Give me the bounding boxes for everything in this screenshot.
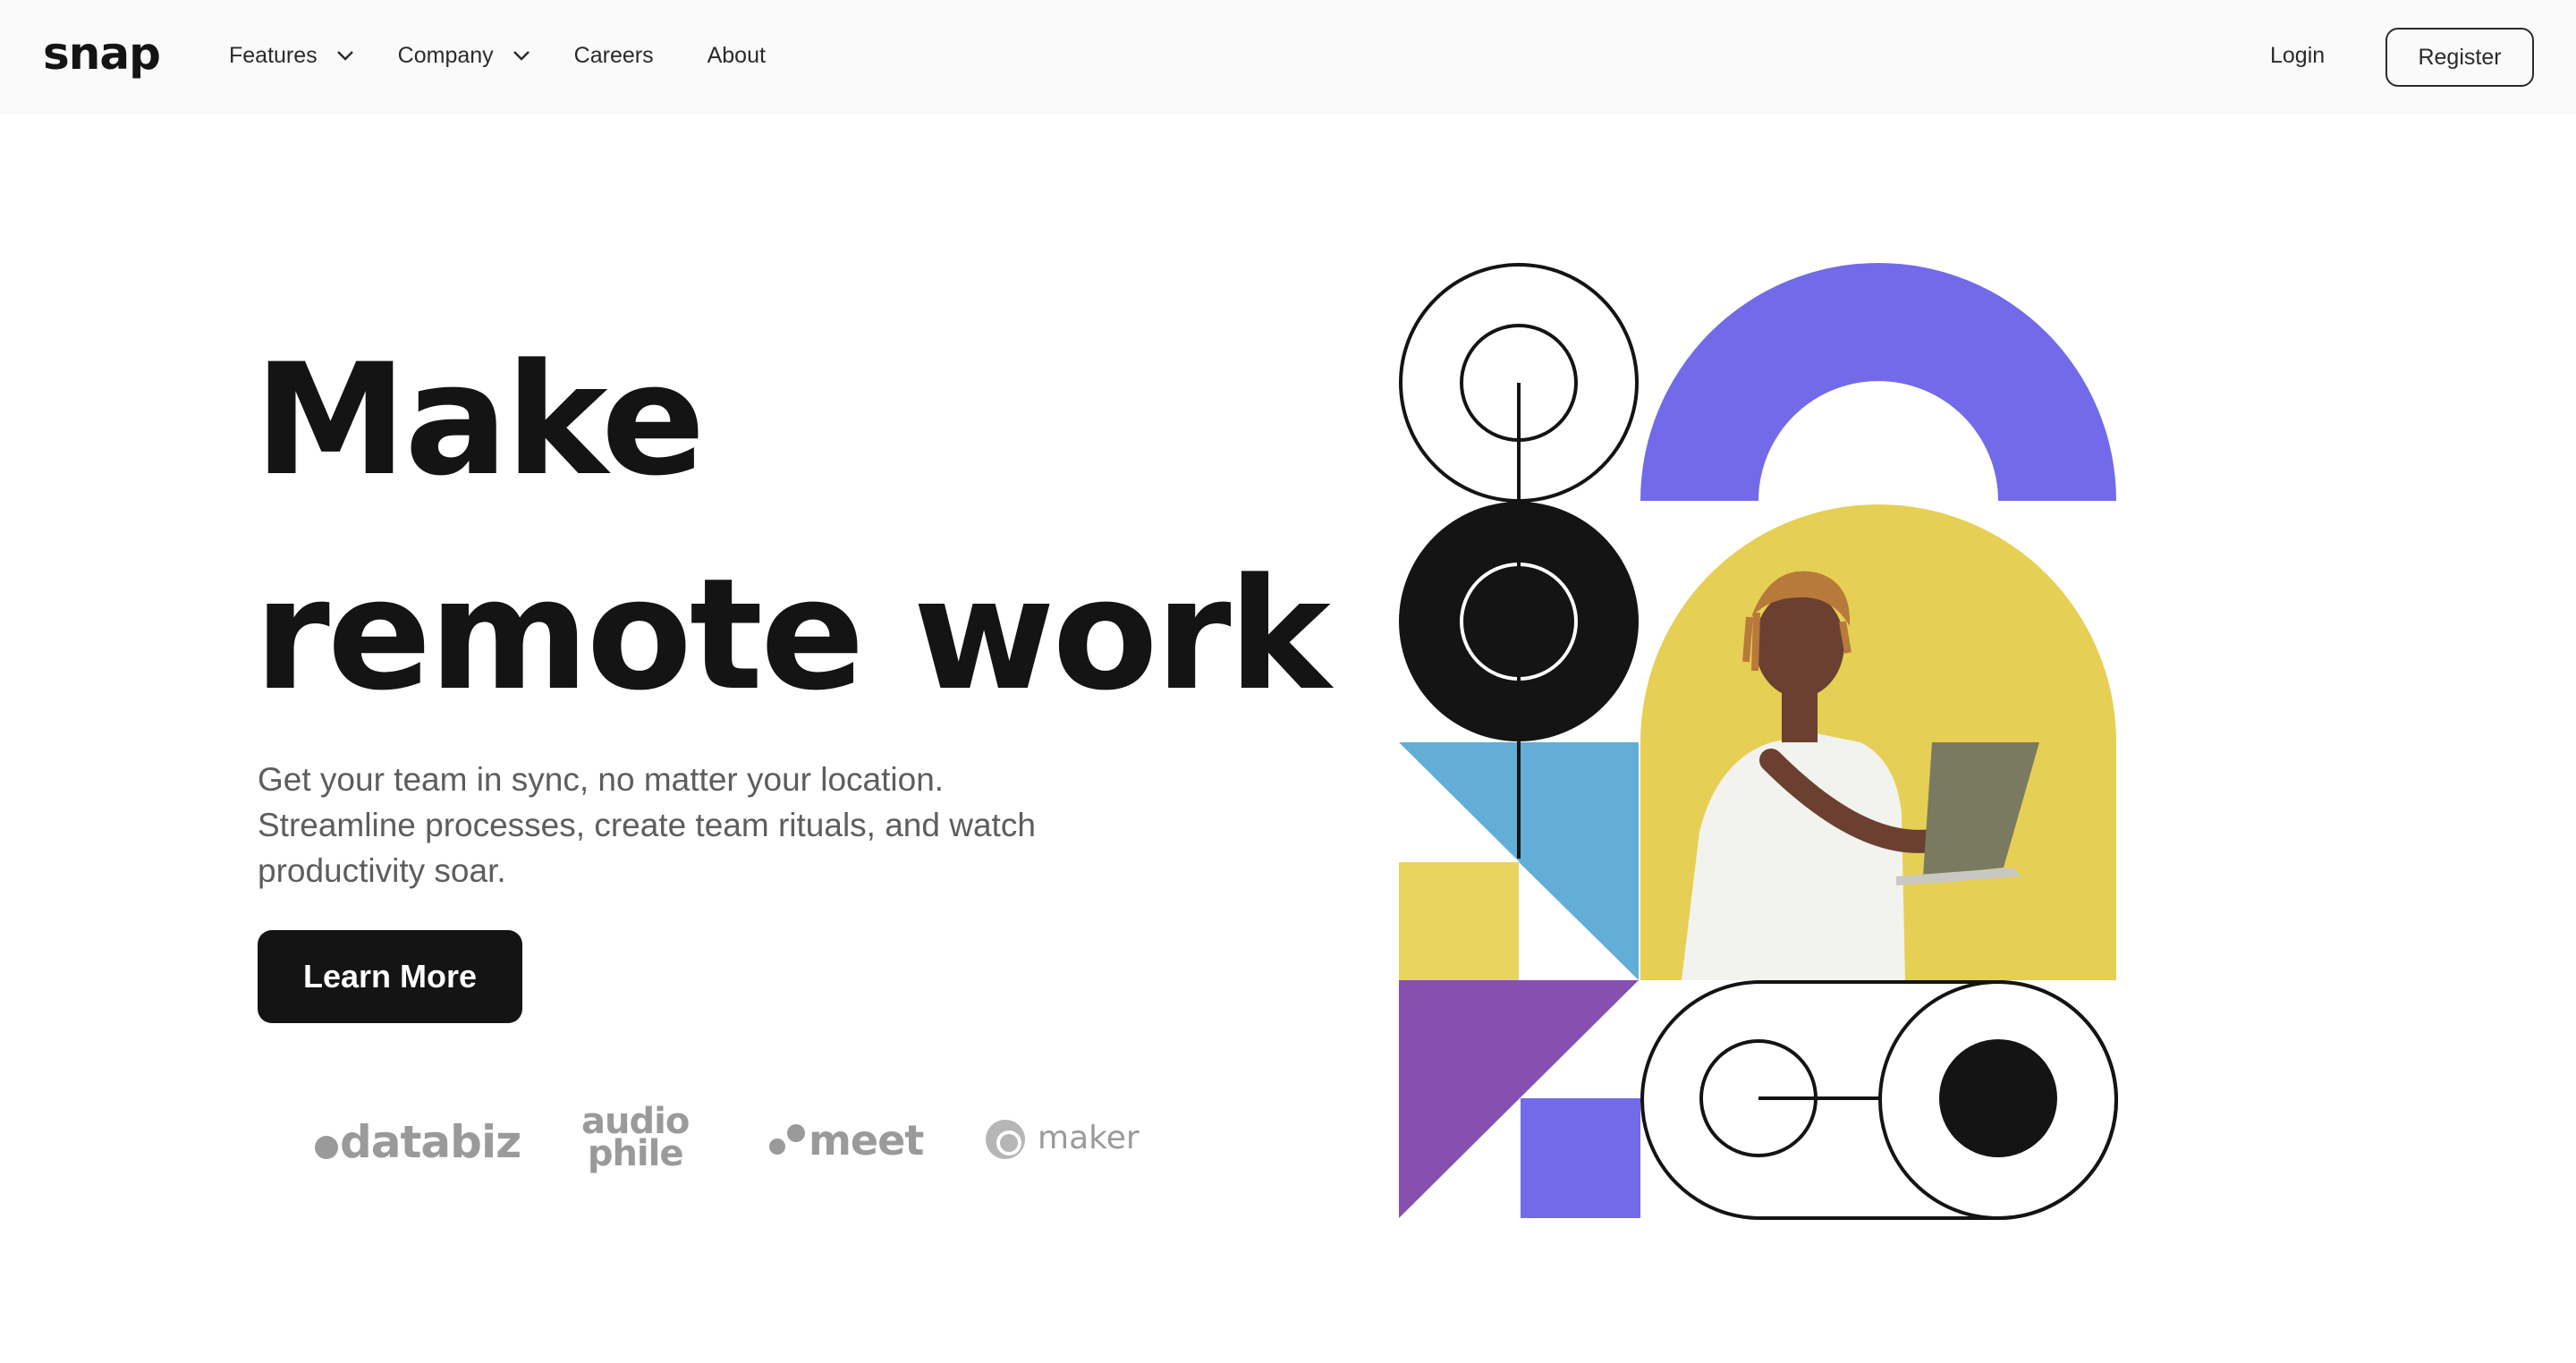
nav-careers-label: Careers [573,42,654,68]
photo-person-laptop [1640,504,2116,980]
lock-illustration [1399,263,2118,1220]
register-button[interactable]: Register [2385,28,2534,87]
nav-company-label: Company [397,42,494,68]
maker-logo: maker [984,1118,1140,1161]
pill-black-dot [1939,1039,2057,1157]
nav-features[interactable]: Features [229,36,355,75]
databiz-logo: databiz [315,1116,521,1168]
learn-more-button[interactable]: Learn More [258,930,522,1023]
nav-features-label: Features [229,42,318,68]
maker-swirl-icon [986,1120,1025,1159]
purple-square [1521,1098,1640,1218]
chevron-down-icon [513,51,530,61]
hero-illustration [1395,259,2120,1225]
audiophile-logo: audio phile [581,1104,690,1174]
main-nav: Features Company Careers About [229,36,766,75]
databiz-dot-icon [315,1136,338,1159]
hero-title-line2: remote work [254,545,1331,724]
hero-title: Make remote work [254,313,1331,742]
nav-about-label: About [707,42,766,68]
nav-about[interactable]: About [708,36,766,75]
hero-subtitle: Get your team in sync, no matter your lo… [258,761,1036,889]
nav-careers[interactable]: Careers [574,36,654,75]
site-header: snap Features Company Careers About Logi… [0,0,2576,114]
landing-page: snap Features Company Careers About Logi… [0,0,2576,1363]
snap-logo[interactable]: snap [43,25,161,82]
chevron-down-icon [336,51,353,61]
login-link[interactable]: Login [2270,36,2325,75]
meet-dots-icon [767,1122,809,1158]
yellow-square [1399,862,1519,980]
meet-logo: meet [767,1116,924,1164]
nav-company[interactable]: Company [398,36,531,75]
hero-title-line1: Make [254,330,706,510]
purple-arch [1640,263,2116,501]
audiophile-line2: phile [587,1133,684,1174]
